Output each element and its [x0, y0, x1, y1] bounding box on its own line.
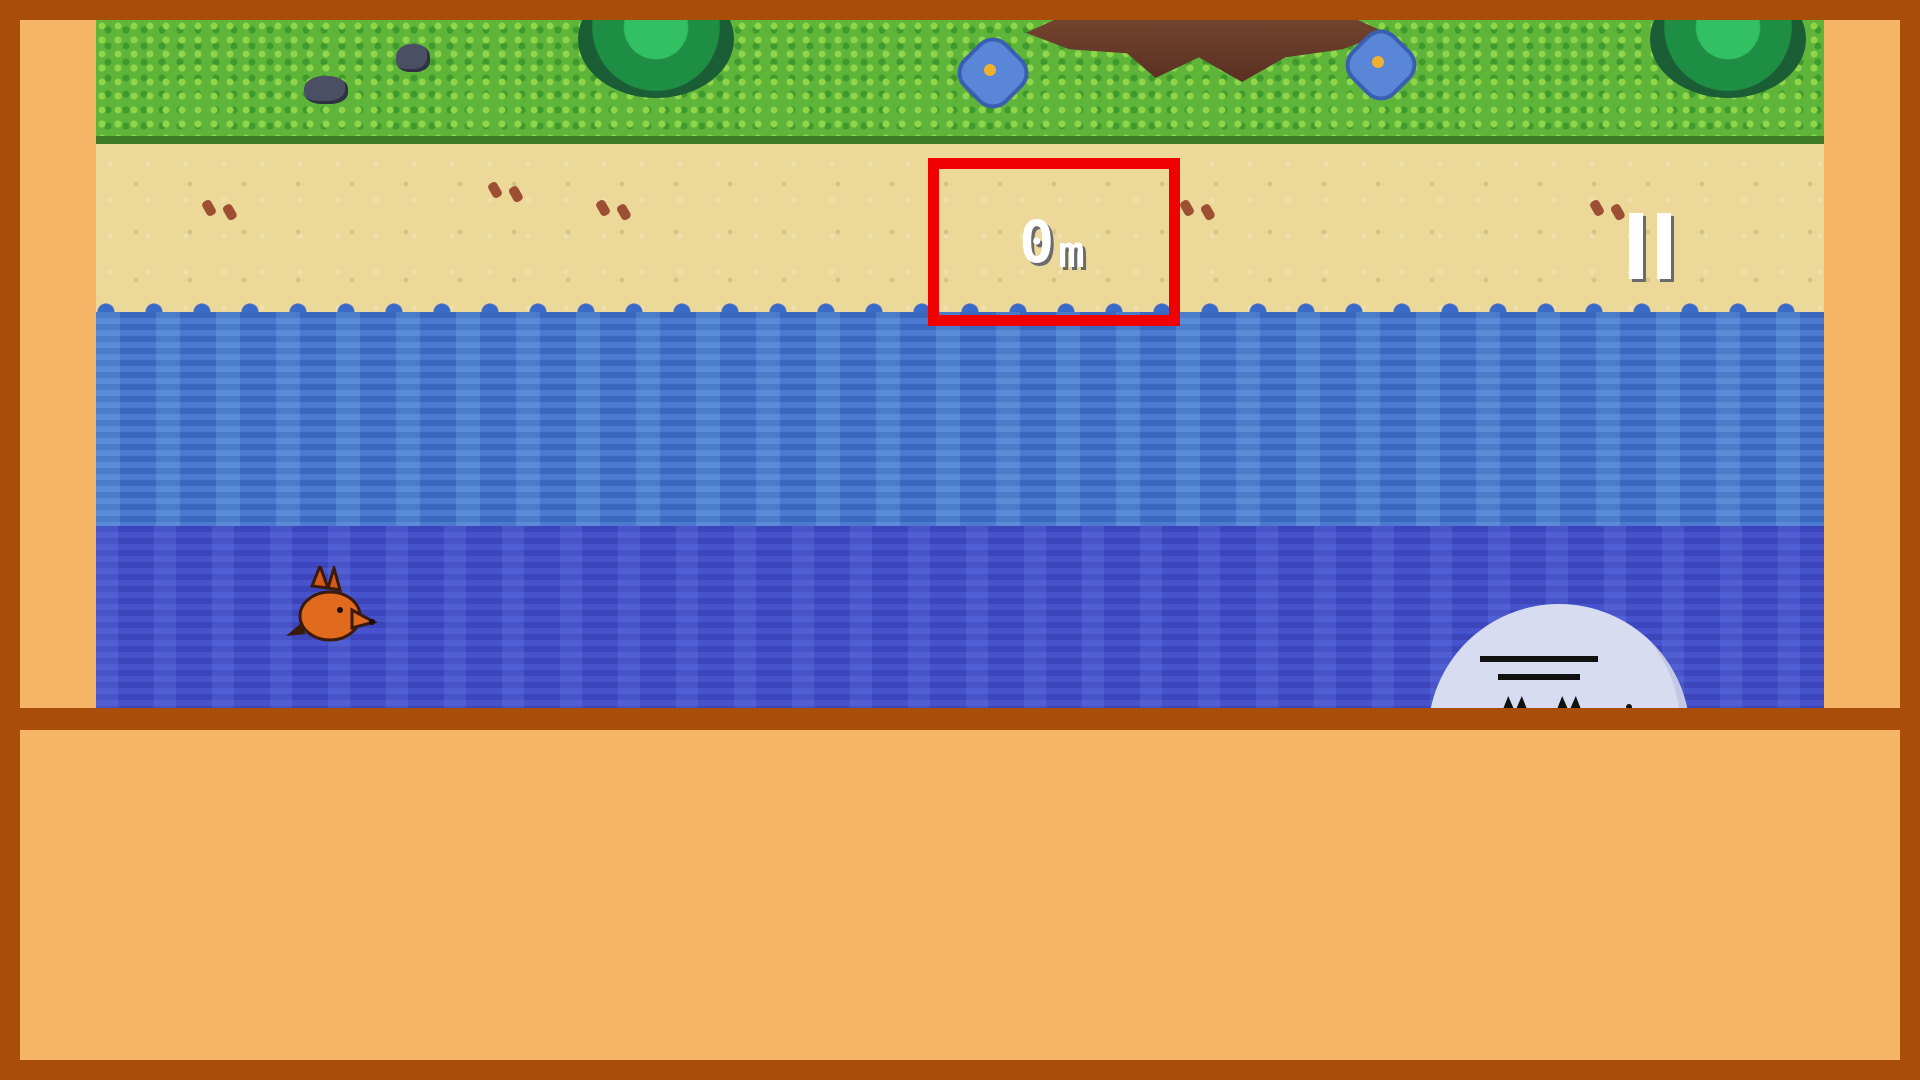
footprint-decal [200, 198, 218, 218]
footprint-decal [594, 198, 612, 218]
frame-border-right [1900, 0, 1920, 1080]
boss-brow [1498, 674, 1580, 680]
frame-border-bottom [0, 1060, 1920, 1080]
blue-flower-sprite [958, 38, 1028, 108]
footprint-decal [1178, 198, 1196, 218]
rock-sprite [304, 76, 348, 104]
game-viewport[interactable]: 0 m [96, 20, 1824, 708]
tree-roots-sprite [1026, 20, 1386, 82]
distance-counter: 0 m [928, 158, 1180, 326]
boss-eye [1552, 696, 1586, 708]
frame-border-left [0, 0, 20, 1080]
distance-unit: m [1058, 227, 1089, 278]
pause-button[interactable] [1620, 206, 1680, 286]
footprint-decal [1588, 198, 1606, 218]
rock-sprite [396, 44, 430, 72]
shallow-water [96, 312, 1824, 526]
grass-edge [96, 136, 1824, 144]
bush-sprite [578, 20, 734, 98]
grass-background [96, 20, 1824, 144]
blue-flower-sprite [1346, 30, 1416, 100]
frame-divider [0, 708, 1920, 730]
boss-eye [1498, 696, 1532, 708]
distance-value: 0 [1019, 208, 1059, 276]
bush-sprite [1650, 20, 1806, 98]
lower-panel [20, 730, 1900, 1060]
frame-border-top [0, 0, 1920, 20]
footprint-decal [486, 180, 504, 200]
fox-player-sprite [286, 566, 378, 642]
pause-icon [1629, 213, 1643, 279]
boss-brow [1480, 656, 1598, 662]
pause-icon [1657, 213, 1671, 279]
